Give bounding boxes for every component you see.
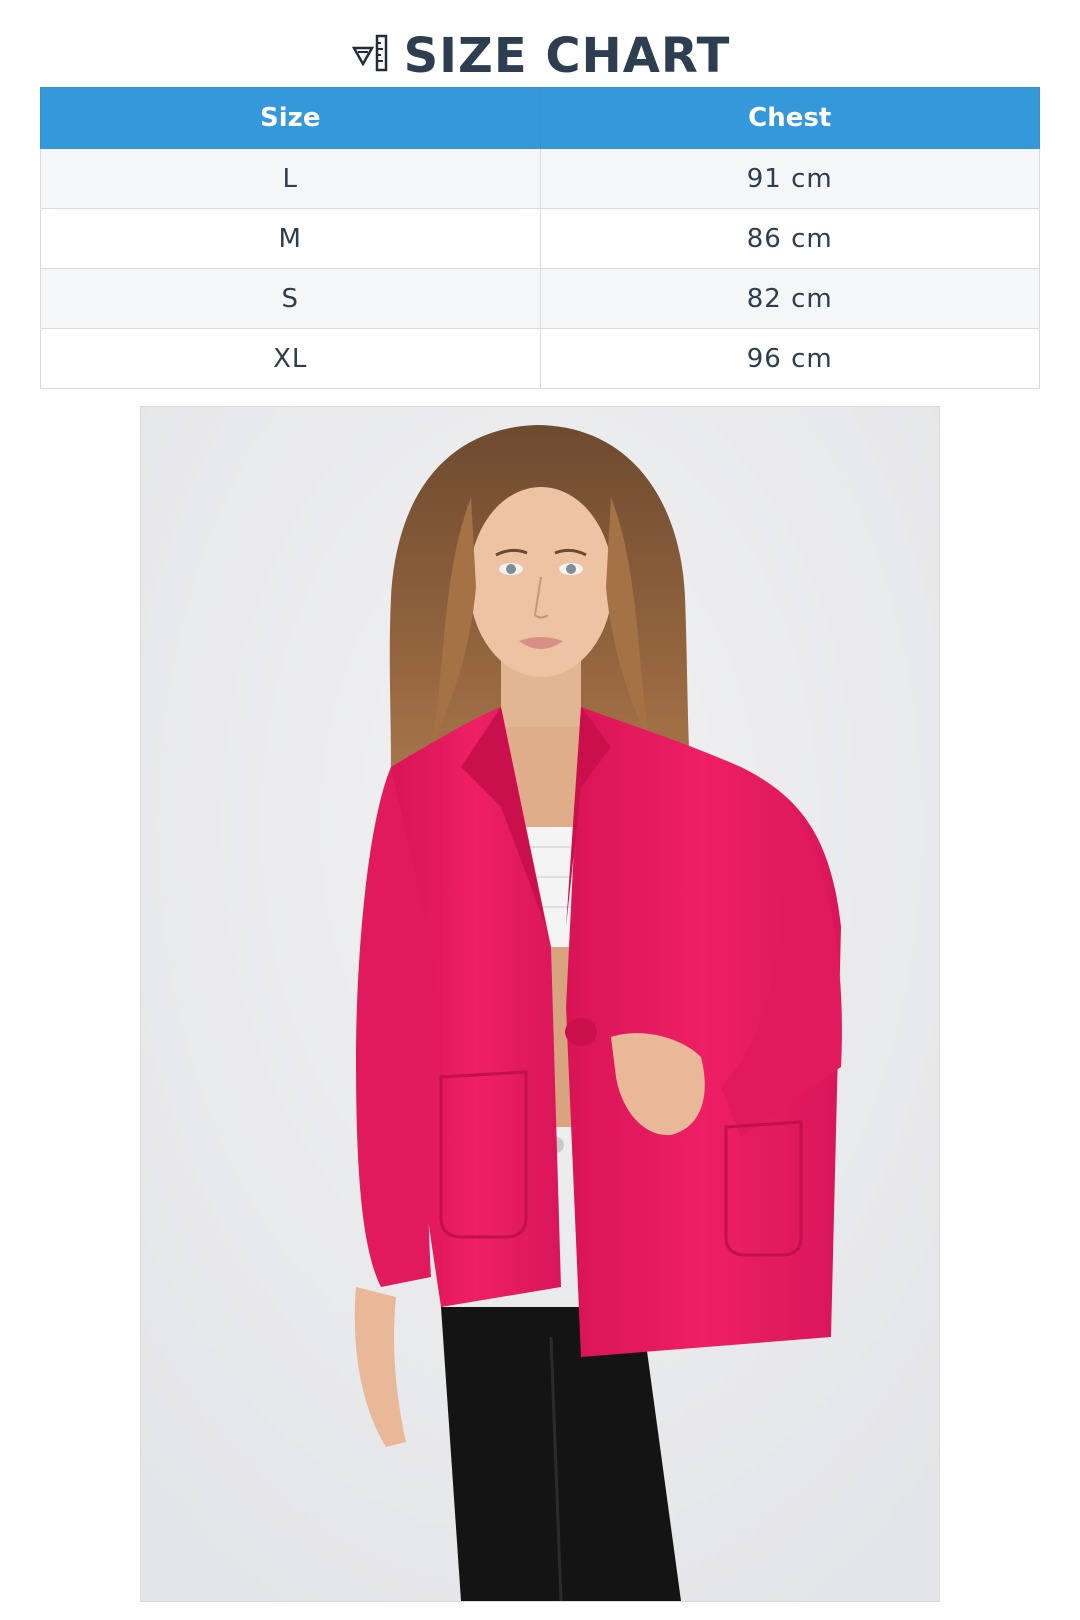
ruler-pencil-icon [351,34,387,72]
size-chart-header: SIZE CHART [0,28,1080,84]
chest-cell: 96 cm [539,328,1040,389]
chest-cell: 82 cm [539,268,1040,329]
column-header-size: Size [40,87,541,149]
size-cell: M [40,208,541,269]
column-header-chest: Chest [539,87,1040,149]
table-header-row: Size Chest [40,87,1040,149]
size-chart-table: Size Chest L 91 cm M 86 cm S 82 cm XL 96… [40,87,1040,389]
chest-cell: 91 cm [539,148,1040,209]
chest-cell: 86 cm [539,208,1040,269]
table-row: L 91 cm [40,148,1040,209]
table-row: XL 96 cm [40,328,1040,389]
page-title: SIZE CHART [403,28,731,84]
size-cell: S [40,268,541,329]
model-illustration [141,407,939,1601]
table-row: M 86 cm [40,208,1040,269]
table-row: S 82 cm [40,268,1040,329]
size-cell: L [40,148,541,209]
size-cell: XL [40,328,541,389]
product-photo [140,406,940,1602]
